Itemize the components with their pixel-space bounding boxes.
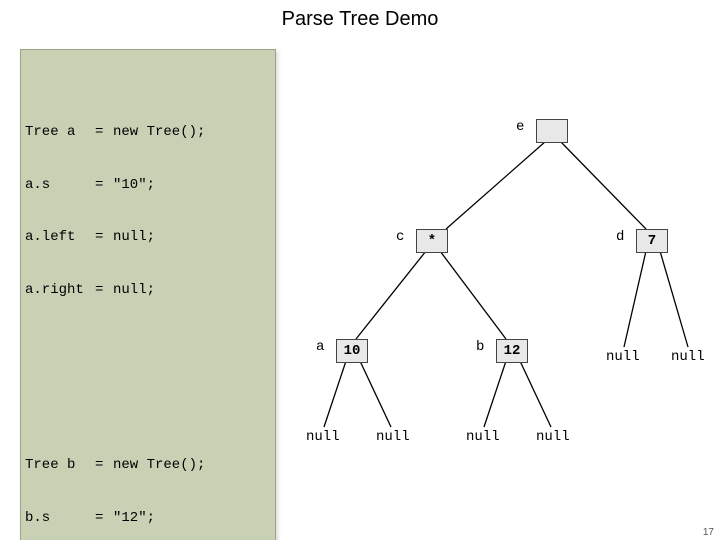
node-e: [536, 119, 568, 143]
page-title: Parse Tree Demo: [0, 8, 720, 31]
leaf-null: null: [466, 429, 500, 445]
node-a: 10: [336, 339, 368, 363]
node-label-b: b: [476, 339, 484, 355]
node-b: 12: [496, 339, 528, 363]
leaf-null: null: [671, 349, 705, 365]
parse-tree-diagram: e c * d 7 a 10 b 12 null null null null …: [276, 49, 720, 489]
code-block-a: Tree a=new Tree(); a.s="10"; a.left=null…: [25, 87, 265, 336]
node-label-a: a: [316, 339, 324, 355]
leaf-null: null: [606, 349, 640, 365]
leaf-null: null: [376, 429, 410, 445]
node-label-c: c: [396, 229, 404, 245]
code-block-b: Tree b=new Tree(); b.s="12"; b.left=null…: [25, 420, 265, 540]
node-c: *: [416, 229, 448, 253]
node-label-d: d: [616, 229, 624, 245]
node-label-e: e: [516, 119, 524, 135]
node-d: 7: [636, 229, 668, 253]
leaf-null: null: [536, 429, 570, 445]
leaf-null: null: [306, 429, 340, 445]
page-number: 17: [703, 527, 714, 538]
code-pane: Tree a=new Tree(); a.s="10"; a.left=null…: [20, 49, 276, 540]
